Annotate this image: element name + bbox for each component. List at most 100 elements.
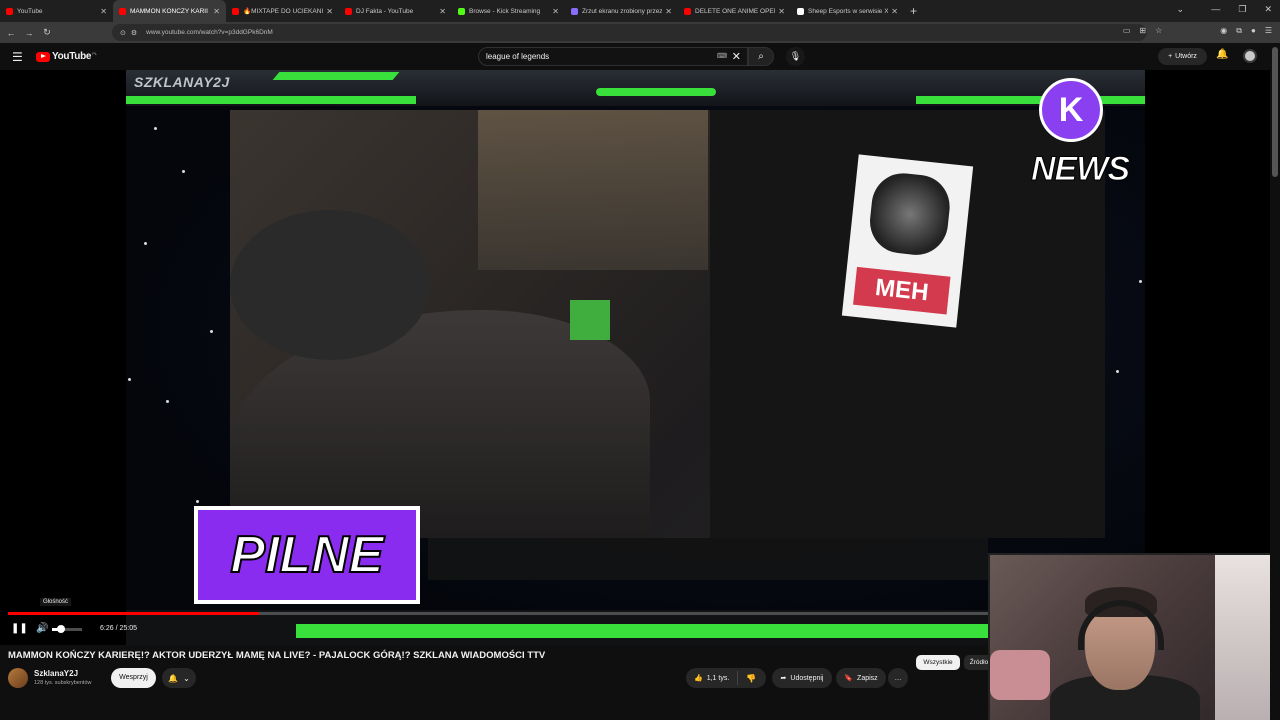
wall-poster xyxy=(478,110,708,270)
like-count: 1,1 tys. xyxy=(706,674,730,682)
close-window-icon[interactable]: ✕ xyxy=(1264,4,1272,15)
search-button[interactable]: ⌕ xyxy=(748,47,774,66)
tune-icon[interactable]: ⚙ xyxy=(131,29,137,37)
browser-tab-active[interactable]: MAMMON KOŃCZY KARII ✕ xyxy=(113,0,226,22)
share-icon: ➦ xyxy=(780,675,787,682)
close-tab-icon[interactable]: ✕ xyxy=(552,7,559,16)
youtube-favicon-icon xyxy=(232,7,239,15)
more-actions-button[interactable]: … xyxy=(888,668,908,688)
close-tab-icon[interactable]: ✕ xyxy=(100,7,107,16)
new-tab-icon[interactable]: + xyxy=(910,4,917,18)
close-tab-icon[interactable]: ✕ xyxy=(213,7,220,16)
voice-search-button[interactable]: 🎙 xyxy=(786,47,805,66)
cat-graphic xyxy=(866,170,953,258)
save-label: Zapisz xyxy=(857,674,878,682)
volume-icon[interactable]: 🔊 xyxy=(36,623,48,634)
browser-tab[interactable]: YouTube ✕ xyxy=(0,0,113,22)
creeper-figure xyxy=(570,300,610,340)
volume-slider[interactable] xyxy=(52,625,82,633)
overlay-green-bar xyxy=(126,96,416,104)
address-bar[interactable]: ⊙ ⚙ www.youtube.com/watch?v=p3ddGPk6DnM xyxy=(112,24,1147,41)
browser-tab[interactable]: DJ Fakta - YouTube ✕ xyxy=(339,0,452,22)
search-value: league of legends xyxy=(486,52,550,61)
close-tab-icon[interactable]: ✕ xyxy=(326,7,333,16)
dislike-button[interactable]: 👎 xyxy=(738,674,756,683)
profile-icon[interactable]: ● xyxy=(1251,26,1256,36)
site-info-icon[interactable]: ⊙ xyxy=(120,29,126,37)
bookmark-icon: 🔖 xyxy=(844,675,854,682)
save-button[interactable]: 🔖 Zapisz xyxy=(836,668,886,688)
tab-title: YouTube xyxy=(17,7,43,15)
progress-played xyxy=(8,612,260,615)
share-button[interactable]: ➦ Udostępnij xyxy=(772,668,832,688)
back-icon[interactable]: ← xyxy=(2,28,20,38)
subscriber-count: 128 tys. subskrybentów xyxy=(34,680,92,686)
tab-search-chevron-icon[interactable]: ⌄ xyxy=(1176,4,1184,15)
page-scrollbar[interactable] xyxy=(1270,43,1280,720)
share-label: Udostępnij xyxy=(790,674,824,682)
browser-tab[interactable]: DELETE ONE ANIME OPENING ✕ xyxy=(678,0,791,22)
overlay-banner-text: PILNE xyxy=(229,525,384,585)
x-favicon-icon xyxy=(797,7,804,15)
forward-icon[interactable]: → xyxy=(20,28,38,38)
youtube-favicon-icon xyxy=(345,7,352,15)
close-tab-icon[interactable]: ✕ xyxy=(665,7,672,16)
browser-tab[interactable]: Sheep Esports w serwisie X: „Sl ✕ xyxy=(791,0,904,22)
chip-all[interactable]: Wszystkie xyxy=(916,655,960,670)
browser-menu-icon[interactable]: ☰ xyxy=(1265,26,1272,36)
channel-name[interactable]: SzklanaY2J xyxy=(34,669,78,678)
close-tab-icon[interactable]: ✕ xyxy=(891,7,898,16)
background-pillow xyxy=(990,650,1050,700)
bookmark-star-icon[interactable]: ☆ xyxy=(1155,26,1162,36)
video-title: MAMMON KOŃCZY KARIERĘ!? AKTOR UDERZYŁ MA… xyxy=(8,650,546,661)
tab-title: DJ Fakta - YouTube xyxy=(356,7,414,15)
browser-toolbar: ← → ↻ ⊙ ⚙ www.youtube.com/watch?v=p3ddGP… xyxy=(0,22,1280,43)
notifications-bell-icon[interactable]: 🔔 xyxy=(1216,49,1228,60)
scrollbar-thumb[interactable] xyxy=(1272,47,1278,177)
logo-country: PL xyxy=(92,51,98,56)
time-display: 6:26 / 25:05 xyxy=(100,625,137,632)
browser-tab[interactable]: Zrzut ekranu zrobiony przez Lig ✕ xyxy=(565,0,678,22)
pause-icon[interactable]: ❚❚ xyxy=(11,623,28,634)
volume-tooltip: Głośność xyxy=(40,598,72,606)
kick-favicon-icon xyxy=(458,7,465,15)
search-input[interactable]: league of legends ⌨ ✕ xyxy=(478,47,748,66)
youtube-play-icon xyxy=(36,51,50,62)
overlay-green-bar xyxy=(272,72,400,80)
like-button[interactable]: 👍 1,1 tys. xyxy=(686,671,738,685)
cast-icon[interactable]: ▭ xyxy=(1123,26,1131,36)
player-controls: ❚❚ 🔊 6:26 / 25:05 xyxy=(0,620,1000,640)
minimize-icon[interactable]: — xyxy=(1211,4,1220,15)
install-icon[interactable]: ⊞ xyxy=(1139,26,1146,36)
url-text: www.youtube.com/watch?v=p3ddGPk6DnM xyxy=(146,29,273,36)
clear-search-icon[interactable]: ✕ xyxy=(732,50,741,63)
youtube-favicon-icon xyxy=(684,7,691,15)
browser-tab[interactable]: Browse - Kick Streaming ✕ xyxy=(452,0,565,22)
microphone-icon: 🎙 xyxy=(789,51,802,61)
youtube-logo[interactable]: YouTube PL xyxy=(36,51,97,62)
keyboard-icon[interactable]: ⌨ xyxy=(717,52,727,60)
create-label: Utwórz xyxy=(1175,53,1197,60)
restore-icon[interactable]: ❐ xyxy=(1238,4,1246,15)
channel-avatar[interactable] xyxy=(8,668,28,688)
bell-icon: 🔔 xyxy=(168,673,179,683)
volume-knob[interactable] xyxy=(57,625,65,633)
overlay-news-logo: K NEWS xyxy=(1031,78,1143,190)
subscription-bell-button[interactable]: 🔔 ⌄ xyxy=(162,668,196,688)
progress-bar[interactable] xyxy=(8,612,988,615)
close-tab-icon[interactable]: ✕ xyxy=(439,7,446,16)
support-button[interactable]: Wesprzyj xyxy=(111,668,156,688)
extension-icon[interactable]: ◉ xyxy=(1220,26,1227,36)
hamburger-menu-icon[interactable]: ☰ xyxy=(12,50,23,64)
account-avatar[interactable] xyxy=(1243,49,1257,63)
close-tab-icon[interactable]: ✕ xyxy=(778,7,785,16)
stream-footage: MEH xyxy=(230,110,1105,538)
browser-tab[interactable]: 🔥MIXTAPE DO UCIEKANIA ✕ xyxy=(226,0,339,22)
youtube-favicon-icon xyxy=(119,7,126,15)
youtube-header: ☰ YouTube PL league of legends ⌨ ✕ ⌕ 🎙 +… xyxy=(0,43,1280,70)
create-button[interactable]: + Utwórz xyxy=(1158,48,1207,65)
puzzle-icon[interactable]: ⧉ xyxy=(1236,26,1242,36)
overlay-banner: PILNE xyxy=(194,506,420,604)
reload-icon[interactable]: ↻ xyxy=(38,27,56,38)
cap xyxy=(230,210,430,360)
